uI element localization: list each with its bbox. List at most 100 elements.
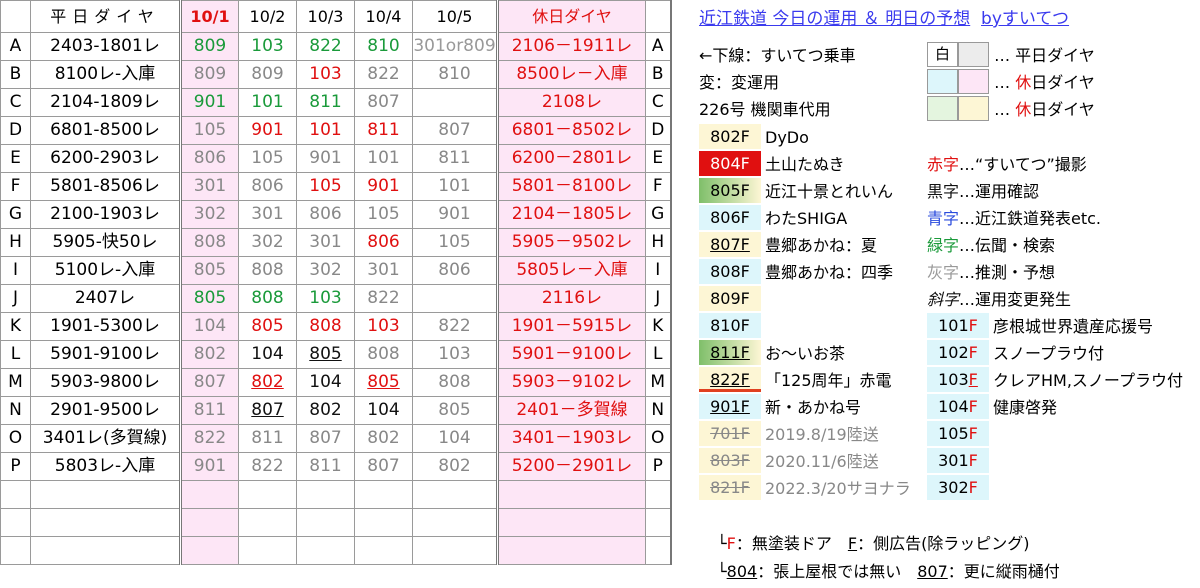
header-date-3[interactable]: 10/3 [296, 0, 355, 33]
row-day-3[interactable]: 806 [296, 200, 355, 229]
row-day-3[interactable]: 101 [296, 116, 355, 145]
row-day-2[interactable]: 302 [238, 228, 297, 257]
row-day-2[interactable]: 808 [238, 256, 297, 285]
empty-cell[interactable] [0, 480, 31, 509]
row-day-4[interactable]: 806 [354, 228, 413, 257]
row-holiday[interactable]: 5801－8100レ [496, 172, 646, 201]
row-route[interactable]: 6200-2903レ [30, 144, 181, 173]
empty-cell[interactable] [30, 508, 181, 537]
row-holiday[interactable]: 5905－9502レ [496, 228, 646, 257]
row-id[interactable]: D [0, 116, 31, 145]
row-day-4[interactable]: 301 [354, 256, 413, 285]
empty-cell[interactable] [0, 536, 31, 565]
row-holiday[interactable]: 5805レ－入庫 [496, 256, 646, 285]
row-day-5[interactable]: 810 [412, 60, 498, 89]
row-day-5[interactable]: 822 [412, 312, 498, 341]
special-car[interactable]: 301F [927, 448, 993, 475]
row-day-4[interactable]: 802 [354, 424, 413, 453]
car-entry[interactable]: 822F 「125周年」赤電 [699, 367, 892, 394]
row-day-2[interactable]: 101 [238, 88, 297, 117]
empty-cell[interactable] [412, 508, 498, 537]
row-day-1[interactable]: 104 [179, 312, 239, 341]
car-entry[interactable]: 803F 2020.11/6陸送 [699, 448, 879, 475]
empty-cell[interactable] [238, 536, 297, 565]
header-blank[interactable] [0, 0, 31, 33]
empty-cell[interactable] [412, 480, 498, 509]
row-holiday[interactable]: 2116レ [496, 284, 646, 313]
row-holiday[interactable]: 5903－9102レ [496, 368, 646, 397]
row-route[interactable]: 5803レ-入庫 [30, 452, 181, 481]
header-weekday[interactable]: 平日ダイヤ [30, 0, 181, 33]
header-date-4[interactable]: 10/4 [354, 0, 413, 33]
row-day-1[interactable]: 302 [179, 200, 239, 229]
row-holiday-id[interactable]: I [645, 256, 672, 285]
row-route[interactable]: 2403-1801レ [30, 32, 181, 61]
row-holiday-id[interactable]: G [645, 200, 672, 229]
header-holiday[interactable]: 休日ダイヤ [496, 0, 646, 33]
row-day-1[interactable]: 806 [179, 144, 239, 173]
empty-cell[interactable] [30, 536, 181, 565]
car-entry[interactable]: 821F 2022.3/20サヨナラ [699, 475, 911, 502]
row-route[interactable]: 6801-8500レ [30, 116, 181, 145]
row-id[interactable]: M [0, 368, 31, 397]
row-id[interactable]: I [0, 256, 31, 285]
row-route[interactable]: 8100レ-入庫 [30, 60, 181, 89]
row-day-1[interactable]: 809 [179, 32, 239, 61]
row-route[interactable]: 5801-8506レ [30, 172, 181, 201]
row-route[interactable]: 2100-1903レ [30, 200, 181, 229]
special-car[interactable]: 102F スノープラウ付 [927, 340, 1104, 367]
row-day-4[interactable]: 105 [354, 200, 413, 229]
row-route[interactable]: 2104-1809レ [30, 88, 181, 117]
empty-cell[interactable] [354, 536, 413, 565]
row-day-3[interactable]: 103 [296, 284, 355, 313]
row-day-3[interactable]: 808 [296, 312, 355, 341]
empty-cell[interactable] [412, 536, 498, 565]
row-holiday-id[interactable]: M [645, 368, 672, 397]
empty-cell[interactable] [354, 508, 413, 537]
empty-cell[interactable] [296, 480, 355, 509]
special-car[interactable]: 104F 健康啓発 [927, 394, 1057, 421]
row-holiday[interactable]: 5200－2901レ [496, 452, 646, 481]
header-date-5[interactable]: 10/5 [412, 0, 498, 33]
row-holiday[interactable]: 2108レ [496, 88, 646, 117]
row-day-4[interactable]: 901 [354, 172, 413, 201]
row-day-4[interactable]: 822 [354, 60, 413, 89]
car-entry[interactable]: 806F わたSHIGA [699, 205, 847, 232]
row-id[interactable]: N [0, 396, 31, 425]
row-route[interactable]: 5903-9800レ [30, 368, 181, 397]
row-day-1[interactable]: 809 [179, 60, 239, 89]
row-day-5[interactable]: 301or809 [412, 32, 498, 61]
row-day-2[interactable]: 901 [238, 116, 297, 145]
special-car[interactable]: 302F [927, 475, 993, 502]
row-day-5[interactable]: 901 [412, 200, 498, 229]
row-day-4[interactable]: 101 [354, 144, 413, 173]
row-route[interactable]: 5905-快50レ [30, 228, 181, 257]
row-day-5[interactable]: 808 [412, 368, 498, 397]
row-holiday-id[interactable]: N [645, 396, 672, 425]
car-entry[interactable]: 802F DyDo [699, 124, 809, 151]
row-holiday-id[interactable]: B [645, 60, 672, 89]
row-id[interactable]: J [0, 284, 31, 313]
row-day-1[interactable]: 808 [179, 228, 239, 257]
empty-cell[interactable] [645, 480, 672, 509]
row-day-2[interactable]: 809 [238, 60, 297, 89]
row-day-2[interactable]: 811 [238, 424, 297, 453]
row-day-4[interactable]: 103 [354, 312, 413, 341]
empty-cell[interactable] [30, 480, 181, 509]
empty-cell[interactable] [179, 480, 239, 509]
row-holiday-id[interactable]: F [645, 172, 672, 201]
empty-cell[interactable] [296, 536, 355, 565]
row-day-2[interactable]: 807 [238, 396, 297, 425]
row-id[interactable]: L [0, 340, 31, 369]
row-id[interactable]: C [0, 88, 31, 117]
car-entry[interactable]: 810F [699, 313, 765, 340]
row-day-1[interactable]: 805 [179, 256, 239, 285]
car-entry[interactable]: 701F 2019.8/19陸送 [699, 421, 879, 448]
row-id[interactable]: H [0, 228, 31, 257]
special-car[interactable]: 105F [927, 421, 993, 448]
row-holiday-id[interactable]: L [645, 340, 672, 369]
row-day-1[interactable]: 807 [179, 368, 239, 397]
row-day-2[interactable]: 806 [238, 172, 297, 201]
row-day-1[interactable]: 901 [179, 452, 239, 481]
empty-cell[interactable] [296, 508, 355, 537]
